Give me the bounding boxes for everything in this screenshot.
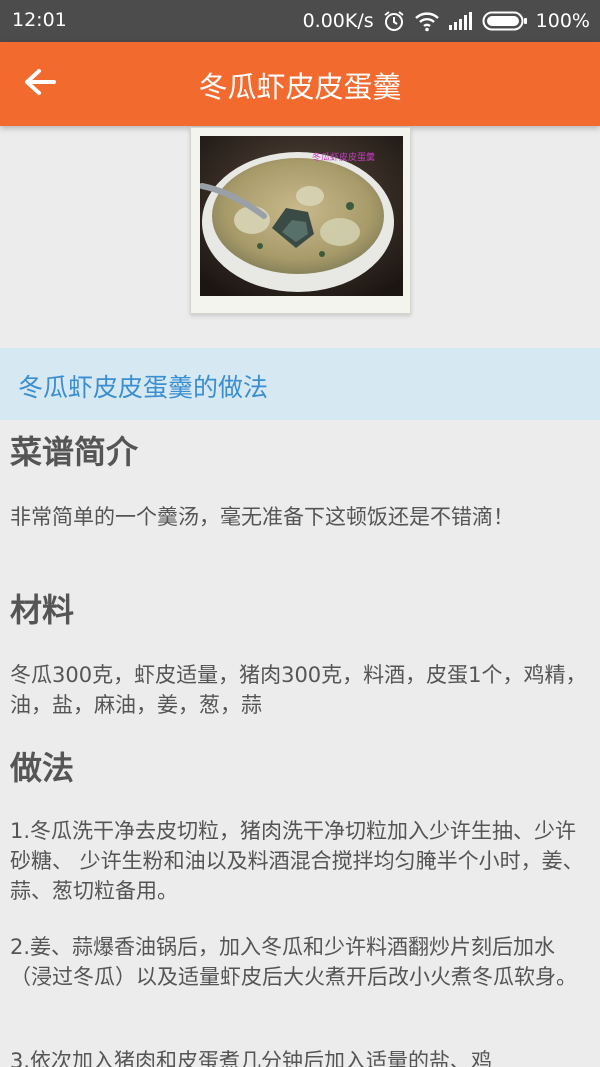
- recipe-photo: 冬瓜虾皮皮蛋羹: [200, 136, 403, 296]
- status-bar: 12:01 0.00K/s 100%: [0, 0, 600, 42]
- intro-heading: 菜谱简介: [10, 433, 139, 471]
- wifi-icon: [414, 10, 440, 32]
- method-step: 3.依次加入猪肉和皮蛋煮几分钟后加入适量的盐、鸡: [10, 1049, 493, 1067]
- recipe-photo-frame[interactable]: 冬瓜虾皮皮蛋羹: [190, 127, 411, 314]
- status-time: 12:01: [12, 9, 67, 31]
- alarm-icon: [382, 9, 406, 33]
- recipe-method-banner: 冬瓜虾皮皮蛋羹的做法: [0, 348, 600, 420]
- battery-level: 100%: [535, 10, 590, 32]
- ingredients-heading: 材料: [10, 591, 75, 629]
- method-step: 2.姜、蒜爆香油锅后，加入冬瓜和少许料酒翻炒片刻后加水（浸过冬瓜）以及适量虾皮后…: [10, 935, 577, 989]
- app-bar: 冬瓜虾皮皮蛋羹: [0, 42, 600, 126]
- network-speed: 0.00K/s: [302, 10, 374, 32]
- page-title: 冬瓜虾皮皮蛋羹: [198, 70, 402, 104]
- ingredients-text: 冬瓜300克，虾皮适量，猪肉300克，料酒，皮蛋1个，鸡精，油，盐，麻油，姜，葱…: [10, 663, 587, 717]
- method-heading: 做法: [10, 749, 75, 787]
- battery-icon: [482, 10, 528, 32]
- method-step: 1.冬瓜洗干净去皮切粒，猪肉洗干净切粒加入少许生抽、少许砂糖、 少许生粉和油以及…: [10, 819, 584, 903]
- photo-caption: 冬瓜虾皮皮蛋羹: [312, 151, 375, 163]
- banner-text: 冬瓜虾皮皮蛋羹的做法: [18, 373, 269, 402]
- status-right: 0.00K/s 100%: [303, 9, 590, 33]
- signal-icon: [448, 11, 474, 31]
- intro-text: 非常简单的一个羹汤，毫无准备下这顿饭还是不错滴！: [10, 505, 514, 529]
